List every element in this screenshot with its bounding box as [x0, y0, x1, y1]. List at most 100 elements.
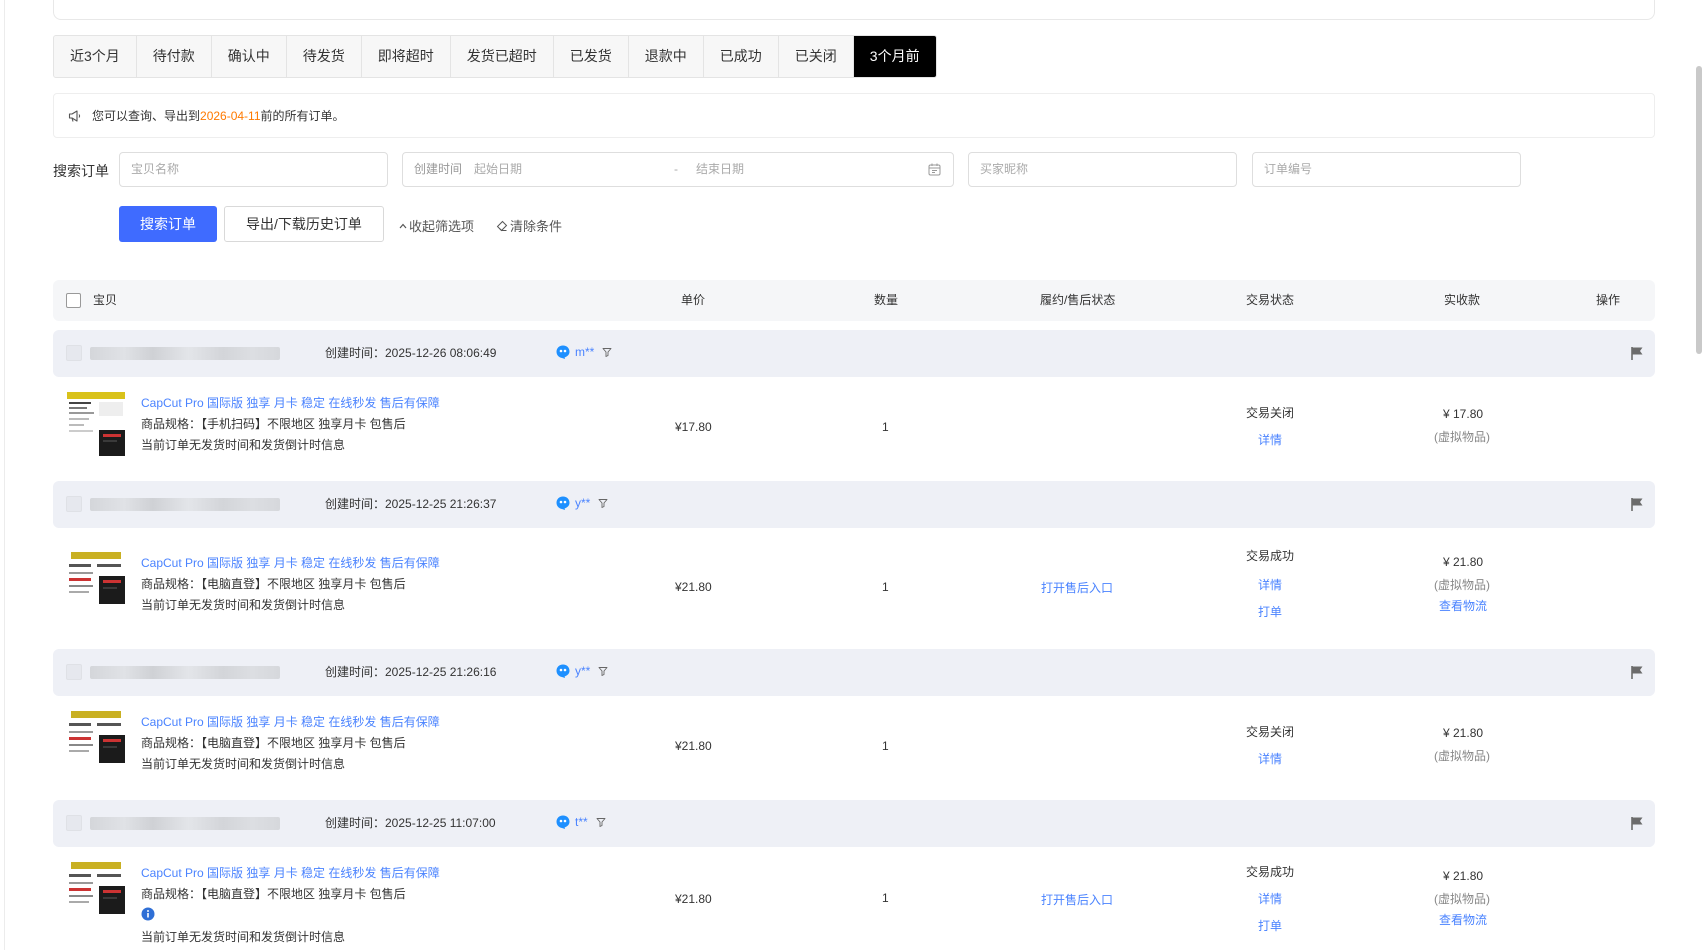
order-group-header: 创建时间：2025-12-25 21:26:37 y** [53, 481, 1655, 528]
date-range-label: 创建时间 [414, 162, 463, 176]
order-created-time: 创建时间：2025-12-25 21:26:37 [325, 497, 497, 511]
unit-price: ¥17.80 [675, 420, 712, 434]
header-unit-price: 单价 [681, 293, 706, 307]
buyer-info[interactable]: y** [555, 495, 612, 511]
product-thumbnail[interactable] [65, 550, 127, 618]
tab-pending-shipment[interactable]: 待发货 [287, 36, 362, 77]
filter-icon[interactable] [602, 347, 612, 357]
buyer-nickname[interactable]: m** [575, 345, 594, 359]
order-checkbox[interactable] [66, 664, 82, 680]
trade-status: 交易成功 [1246, 865, 1295, 879]
tab-confirming[interactable]: 确认中 [212, 36, 287, 77]
order-number-input[interactable]: 订单编号 [1252, 152, 1521, 187]
header-trade-status: 交易状态 [1246, 293, 1295, 307]
flag-icon[interactable] [1630, 816, 1644, 831]
info-icon[interactable] [141, 907, 155, 921]
tab-shipment-overdue[interactable]: 发货已超时 [451, 36, 554, 77]
buyer-info[interactable]: t** [555, 814, 610, 830]
print-order-link[interactable]: 打单 [1258, 603, 1282, 620]
header-fulfillment: 履约/售后状态 [1040, 293, 1116, 307]
search-orders-button[interactable]: 搜索订单 [119, 206, 217, 242]
view-logistics-link[interactable]: 查看物流 [1439, 597, 1487, 614]
wangwang-chat-icon [556, 815, 570, 829]
buyer-nickname[interactable]: y** [575, 496, 590, 510]
created-date-range[interactable]: 创建时间 起始日期 - 结束日期 [402, 152, 954, 187]
notice-bar: 您可以查询、导出到 2026-04-11 前的所有订单。 [53, 93, 1655, 138]
order-checkbox[interactable] [66, 496, 82, 512]
wangwang-chat-icon [556, 345, 570, 359]
product-thumbnail[interactable] [65, 860, 127, 928]
open-after-sale-link[interactable]: 打开售后入口 [1041, 579, 1113, 596]
tab-about-to-timeout[interactable]: 即将超时 [362, 36, 451, 77]
tab-refunding[interactable]: 退款中 [629, 36, 704, 77]
buyer-nickname[interactable]: t** [575, 815, 588, 829]
filter-icon[interactable] [596, 817, 606, 827]
notice-prefix: 您可以查询、导出到 [92, 109, 201, 123]
left-border [4, 0, 5, 950]
shipping-note: 当前订单无发货时间和发货倒计时信息 [141, 930, 346, 944]
filter-icon[interactable] [598, 666, 608, 676]
quantity: 1 [882, 891, 889, 905]
end-date-input[interactable]: 结束日期 [696, 153, 928, 186]
clear-conditions-link[interactable]: 清除条件 [496, 216, 562, 235]
order-item-row: CapCut Pro 国际版 独享 月卡 稳定 在线秒发 售后有保障 商品规格：… [53, 709, 1655, 789]
shipping-note: 当前订单无发货时间和发货倒计时信息 [141, 438, 346, 452]
product-title-link[interactable]: CapCut Pro 国际版 独享 月卡 稳定 在线秒发 售后有保障 [141, 394, 440, 411]
product-title-link[interactable]: CapCut Pro 国际版 独享 月卡 稳定 在线秒发 售后有保障 [141, 713, 440, 730]
unit-price: ¥21.80 [675, 739, 712, 753]
item-name-input[interactable]: 宝贝名称 [119, 152, 388, 187]
product-thumbnail[interactable] [65, 709, 127, 777]
order-checkbox[interactable] [66, 345, 82, 361]
filter-icon[interactable] [598, 498, 608, 508]
tab-recent-3-months[interactable]: 近3个月 [54, 36, 137, 77]
product-spec: 商品规格：【电脑直登】不限地区 独享月卡 包售后 [141, 736, 406, 750]
product-spec: 商品规格：【电脑直登】不限地区 独享月卡 包售后 [141, 887, 406, 901]
trade-status: 交易关闭 [1246, 406, 1295, 420]
buyer-nickname[interactable]: y** [575, 664, 590, 678]
open-after-sale-link[interactable]: 打开售后入口 [1041, 891, 1113, 908]
view-logistics-link[interactable]: 查看物流 [1439, 911, 1487, 928]
start-date-input[interactable]: 起始日期 [474, 153, 674, 186]
clear-conditions-label: 清除条件 [510, 219, 563, 234]
scrollbar[interactable] [1696, 66, 1702, 354]
detail-link[interactable]: 详情 [1258, 576, 1282, 593]
order-created-time: 创建时间：2025-12-26 08:06:49 [325, 346, 497, 360]
trade-status: 交易关闭 [1246, 725, 1295, 739]
tab-before-3-months[interactable]: 3个月前 [853, 36, 936, 77]
tab-pending-payment[interactable]: 待付款 [137, 36, 212, 77]
megaphone-icon [68, 109, 81, 122]
order-checkbox[interactable] [66, 815, 82, 831]
chevron-up-icon [399, 223, 407, 228]
detail-link[interactable]: 详情 [1258, 431, 1282, 448]
order-created-time: 创建时间：2025-12-25 11:07:00 [325, 816, 496, 830]
virtual-item-label: (虚拟物品) [1434, 749, 1490, 763]
flag-icon[interactable] [1630, 497, 1644, 512]
order-number-redacted [90, 347, 280, 360]
buyer-info[interactable]: y** [555, 663, 612, 679]
tab-succeeded[interactable]: 已成功 [704, 36, 779, 77]
flag-icon[interactable] [1630, 665, 1644, 680]
select-all-checkbox[interactable] [66, 293, 81, 308]
tab-shipped[interactable]: 已发货 [554, 36, 629, 77]
order-group-header: 创建时间：2025-12-25 21:26:16 y** [53, 649, 1655, 696]
tab-closed[interactable]: 已关闭 [779, 36, 854, 77]
product-thumbnail[interactable] [65, 390, 127, 458]
print-order-link[interactable]: 打单 [1258, 917, 1282, 934]
product-title-link[interactable]: CapCut Pro 国际版 独享 月卡 稳定 在线秒发 售后有保障 [141, 554, 440, 571]
quantity: 1 [882, 420, 889, 434]
detail-link[interactable]: 详情 [1258, 890, 1282, 907]
virtual-item-label: (虚拟物品) [1434, 892, 1490, 906]
flag-icon[interactable] [1630, 346, 1644, 361]
product-title-link[interactable]: CapCut Pro 国际版 独享 月卡 稳定 在线秒发 售后有保障 [141, 864, 440, 881]
export-history-button[interactable]: 导出/下载历史订单 [224, 206, 384, 242]
detail-link[interactable]: 详情 [1258, 750, 1282, 767]
order-number-redacted [90, 666, 280, 679]
buyer-nickname-input[interactable]: 买家昵称 [968, 152, 1237, 187]
buyer-info[interactable]: m** [555, 344, 616, 360]
notice-date: 2026-04-11 [200, 108, 261, 123]
collapse-filters-link[interactable]: 收起筛选项 [399, 216, 474, 235]
product-spec: 商品规格：【电脑直登】不限地区 独享月卡 包售后 [141, 577, 406, 591]
calendar-icon[interactable] [928, 163, 941, 176]
product-spec: 商品规格：【手机扫码】不限地区 独享月卡 包售后 [141, 417, 406, 431]
order-item-row: CapCut Pro 国际版 独享 月卡 稳定 在线秒发 售后有保障 商品规格：… [53, 390, 1655, 470]
